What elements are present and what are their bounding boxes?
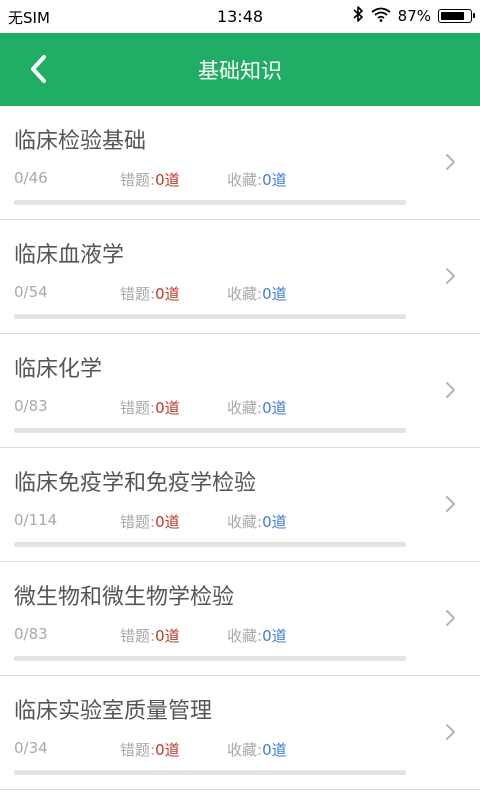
favorite-value: 0道 — [262, 285, 287, 303]
chevron-right-icon — [446, 154, 455, 170]
chevron-right-icon — [446, 382, 455, 398]
wrong-count: 错题:0道 — [120, 625, 180, 646]
chevron-right-icon — [446, 724, 455, 740]
item-title: 临床实验室质量管理 — [14, 699, 213, 724]
list-item[interactable]: 临床实验室质量管理 0/34 错题:0道 收藏:0道 — [0, 676, 480, 790]
favorite-label: 收藏: — [227, 627, 263, 645]
favorite-label: 收藏: — [227, 285, 263, 303]
bluetooth-icon — [353, 6, 364, 26]
item-meta: 0/54 错题:0道 收藏:0道 — [14, 283, 414, 303]
item-meta: 0/34 错题:0道 收藏:0道 — [14, 739, 414, 759]
wrong-value: 0道 — [155, 171, 180, 189]
chevron-right-icon — [446, 610, 455, 626]
favorite-count: 收藏:0道 — [227, 397, 287, 418]
item-title: 临床化学 — [14, 357, 103, 382]
favorite-count: 收藏:0道 — [227, 283, 287, 304]
status-bar: 无SIM 13:48 87% — [0, 0, 480, 33]
list-item[interactable]: 临床检验基础 0/46 错题:0道 收藏:0道 — [0, 106, 480, 220]
progress-bar — [14, 200, 406, 205]
item-title: 临床血液学 — [14, 243, 125, 268]
progress-bar — [14, 542, 406, 547]
battery-fill — [441, 12, 464, 20]
favorite-count: 收藏:0道 — [227, 511, 287, 532]
wrong-label: 错题: — [120, 285, 156, 303]
wrong-count: 错题:0道 — [120, 739, 180, 760]
progress-count: 0/54 — [14, 283, 48, 301]
item-meta: 0/83 错题:0道 收藏:0道 — [14, 625, 414, 645]
category-list: 临床检验基础 0/46 错题:0道 收藏:0道 临床血液学 0/54 错题:0道… — [0, 106, 480, 790]
wrong-label: 错题: — [120, 627, 156, 645]
list-item[interactable]: 微生物和微生物学检验 0/83 错题:0道 收藏:0道 — [0, 562, 480, 676]
wrong-value: 0道 — [155, 513, 180, 531]
favorite-value: 0道 — [262, 741, 287, 759]
item-title: 临床检验基础 — [14, 129, 147, 154]
favorite-value: 0道 — [262, 399, 287, 417]
favorite-count: 收藏:0道 — [227, 169, 287, 190]
progress-bar — [14, 770, 406, 775]
status-icons: 87% — [353, 6, 475, 26]
progress-count: 0/46 — [14, 169, 48, 187]
favorite-label: 收藏: — [227, 171, 263, 189]
list-item[interactable]: 临床化学 0/83 错题:0道 收藏:0道 — [0, 334, 480, 448]
wrong-label: 错题: — [120, 513, 156, 531]
chevron-right-icon — [446, 268, 455, 284]
progress-bar — [14, 428, 406, 433]
favorite-label: 收藏: — [227, 513, 263, 531]
wrong-value: 0道 — [155, 741, 180, 759]
favorite-count: 收藏:0道 — [227, 739, 287, 760]
wrong-label: 错题: — [120, 741, 156, 759]
favorite-value: 0道 — [262, 513, 287, 531]
favorite-count: 收藏:0道 — [227, 625, 287, 646]
item-meta: 0/83 错题:0道 收藏:0道 — [14, 397, 414, 417]
wrong-label: 错题: — [120, 399, 156, 417]
battery-icon — [438, 9, 475, 23]
favorite-label: 收藏: — [227, 741, 263, 759]
wrong-value: 0道 — [155, 627, 180, 645]
progress-count: 0/114 — [14, 511, 58, 529]
item-title: 临床免疫学和免疫学检验 — [14, 471, 257, 496]
item-title: 微生物和微生物学检验 — [14, 585, 235, 610]
favorite-label: 收藏: — [227, 399, 263, 417]
favorite-value: 0道 — [262, 171, 287, 189]
wrong-count: 错题:0道 — [120, 511, 180, 532]
progress-bar — [14, 314, 406, 319]
item-meta: 0/114 错题:0道 收藏:0道 — [14, 511, 414, 531]
progress-count: 0/83 — [14, 397, 48, 415]
wrong-value: 0道 — [155, 285, 180, 303]
item-meta: 0/46 错题:0道 收藏:0道 — [14, 169, 414, 189]
favorite-value: 0道 — [262, 627, 287, 645]
wifi-icon — [371, 7, 391, 26]
progress-count: 0/34 — [14, 739, 48, 757]
chevron-right-icon — [446, 496, 455, 512]
list-item[interactable]: 临床血液学 0/54 错题:0道 收藏:0道 — [0, 220, 480, 334]
list-item[interactable]: 临床免疫学和免疫学检验 0/114 错题:0道 收藏:0道 — [0, 448, 480, 562]
wrong-count: 错题:0道 — [120, 397, 180, 418]
wrong-value: 0道 — [155, 399, 180, 417]
progress-bar — [14, 656, 406, 661]
progress-count: 0/83 — [14, 625, 48, 643]
wrong-count: 错题:0道 — [120, 169, 180, 190]
page-title: 基础知识 — [198, 59, 282, 83]
wrong-count: 错题:0道 — [120, 283, 180, 304]
battery-percent: 87% — [397, 7, 431, 25]
app-bar: 基础知识 — [0, 33, 480, 106]
wrong-label: 错题: — [120, 171, 156, 189]
